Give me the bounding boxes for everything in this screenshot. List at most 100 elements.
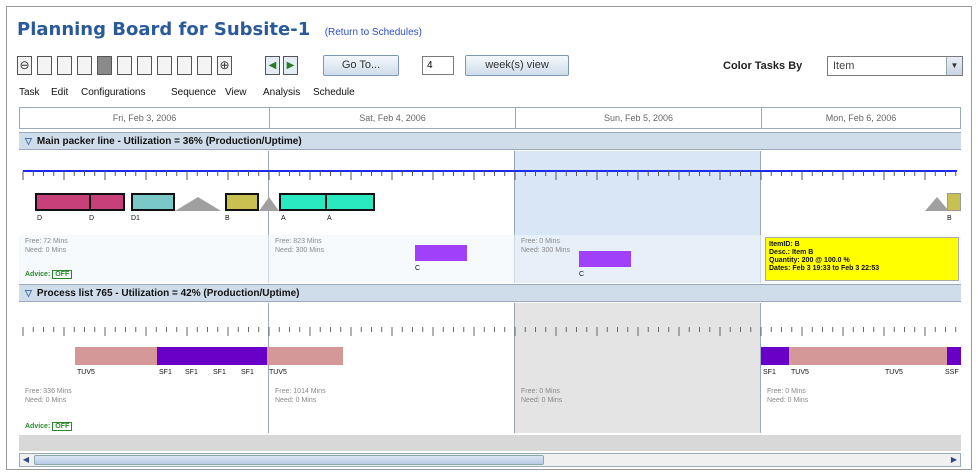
menu-analysis[interactable]: Analysis [263,87,300,98]
section-header-main-packer[interactable]: ▽ Main packer line - Utilization = 36% (P… [19,132,961,150]
toolbar: ⊖ ⊕ ◀ ▶ Go To... 4 week(s) view Color Ta… [7,53,971,81]
pending-task-bar[interactable] [579,251,631,267]
task-label: A [281,215,286,222]
task-label: SF1 [241,369,254,376]
need-minutes: Need: 300 Mins [275,247,325,254]
task-bar-ssf[interactable] [947,347,961,365]
free-minutes: Free: 1014 Mins [275,388,326,395]
pending-task-label: C [579,271,585,278]
zoom-level-1[interactable] [37,56,52,75]
task-bar-a[interactable] [325,193,375,211]
section-title: Process list 765 - Utilization = 42% (Pr… [36,288,300,299]
track-main-packer: D D D1 B A A B C C Free: 72 Mins Need: 0… [19,151,961,283]
zoom-level-8[interactable] [177,56,192,75]
zoom-level-7[interactable] [157,56,172,75]
scroll-right-icon[interactable]: ▶ [948,454,960,466]
pending-task-bar[interactable] [415,245,467,261]
date-sun-feb-5: Sun, Feb 5, 2006 [516,108,762,128]
zoom-out-button[interactable]: ⊖ [17,56,32,75]
task-bar-a[interactable] [279,193,327,211]
task-label: SF1 [213,369,226,376]
empty-row-area [19,435,961,451]
free-minutes: Free: 0 Mins [521,238,560,245]
task-label: SF1 [763,369,776,376]
collapse-triangle-icon[interactable]: ▽ [25,288,32,298]
section-title: Main packer line - Utilization = 36% (Pr… [36,136,302,147]
chevron-down-icon[interactable]: ▼ [946,57,962,75]
task-bar-tuv5[interactable] [789,347,947,365]
zoom-level-3[interactable] [77,56,92,75]
task-label: B [947,215,952,222]
color-tasks-by-label: Color Tasks By [723,60,803,72]
scrollbar-thumb[interactable] [34,455,544,465]
task-label: TUV5 [885,369,903,376]
track-process-list: TUV5 SF1 SF1 SF1 SF1 TUV5 SF1 TUV5 TUV5 … [19,303,961,433]
task-bar-b[interactable] [225,193,259,211]
menu-configurations[interactable]: Configurations [81,87,145,98]
menu-edit[interactable]: Edit [51,87,68,98]
task-tooltip: ItemID: B Desc.: Item B Quantity: 200 @ … [765,237,959,281]
task-label: SF1 [159,369,172,376]
task-bar-sf1[interactable] [761,347,789,365]
free-minutes: Free: 72 Mins [25,238,68,245]
menu-view[interactable]: View [225,87,247,98]
zoom-level-2[interactable] [57,56,72,75]
timeline-ruler [22,170,957,180]
advice-toggle[interactable]: OFF [52,270,73,279]
capacity-info: Free: 336 Mins Need: 0 Mins [25,387,72,405]
advice-toggle[interactable]: OFF [52,422,73,431]
task-label: TUV5 [77,369,95,376]
zoom-level-6[interactable] [137,56,152,75]
page-title: Planning Board for Subsite-1 [17,19,311,40]
prev-period-icon[interactable]: ◀ [265,56,280,75]
task-bar-b[interactable] [947,193,961,211]
color-tasks-by-value: Item [833,60,855,72]
capacity-info: Free: 0 Mins Need: 0 Mins [767,387,808,405]
capacity-info: Free: 823 Mins Need: 300 Mins [275,237,324,255]
changeover-triangle [925,197,949,211]
task-label: SF1 [185,369,198,376]
capacity-info: Free: 1014 Mins Need: 0 Mins [275,387,326,405]
free-minutes: Free: 823 Mins [275,238,322,245]
tooltip-line: Desc.: Item B [769,249,814,256]
horizontal-scrollbar[interactable]: ◀ ▶ [19,453,961,467]
scroll-left-icon[interactable]: ◀ [20,454,32,466]
zoom-level-4[interactable] [97,56,112,75]
planning-board-window: Planning Board for Subsite-1 (Return to … [6,6,972,470]
collapse-triangle-icon[interactable]: ▽ [25,136,32,146]
zoom-level-9[interactable] [197,56,212,75]
task-label: D1 [131,215,140,222]
task-label: TUV5 [791,369,809,376]
advice-indicator: Advice: OFF [25,270,73,279]
task-bar-d[interactable] [35,193,91,211]
section-header-process-list[interactable]: ▽ Process list 765 - Utilization = 42% (P… [19,284,961,302]
weeks-view-button[interactable]: week(s) view [465,55,569,76]
task-label: A [327,215,332,222]
task-bar-tuv5[interactable] [75,347,157,365]
task-label: B [225,215,230,222]
capacity-info: Free: 0 Mins Need: 0 Mins [521,387,562,405]
task-bar-tuv5[interactable] [267,347,343,365]
free-minutes: Free: 336 Mins [25,388,72,395]
zoom-in-button[interactable]: ⊕ [217,56,232,75]
return-to-schedules-link[interactable]: (Return to Schedules) [325,27,422,38]
capacity-info: Free: 0 Mins Need: 300 Mins [521,237,570,255]
changeover-triangle [259,197,279,211]
menu-schedule[interactable]: Schedule [313,87,355,98]
changeover-triangle [175,197,221,211]
next-period-icon[interactable]: ▶ [283,56,298,75]
advice-indicator: Advice: OFF [25,422,73,431]
free-minutes: Free: 0 Mins [521,388,560,395]
weeks-count-input[interactable]: 4 [422,56,454,75]
menu-sequence[interactable]: Sequence [171,87,216,98]
task-bar-sf1[interactable] [157,347,267,365]
task-bar-d[interactable] [89,193,125,211]
go-to-button[interactable]: Go To... [323,55,399,76]
need-minutes: Need: 0 Mins [25,247,67,254]
title-row: Planning Board for Subsite-1 (Return to … [17,19,422,47]
color-tasks-by-select[interactable]: Item ▼ [827,56,963,76]
need-minutes: Need: 0 Mins [25,397,67,404]
task-bar-d1[interactable] [131,193,175,211]
zoom-level-5[interactable] [117,56,132,75]
menu-task[interactable]: Task [19,87,40,98]
